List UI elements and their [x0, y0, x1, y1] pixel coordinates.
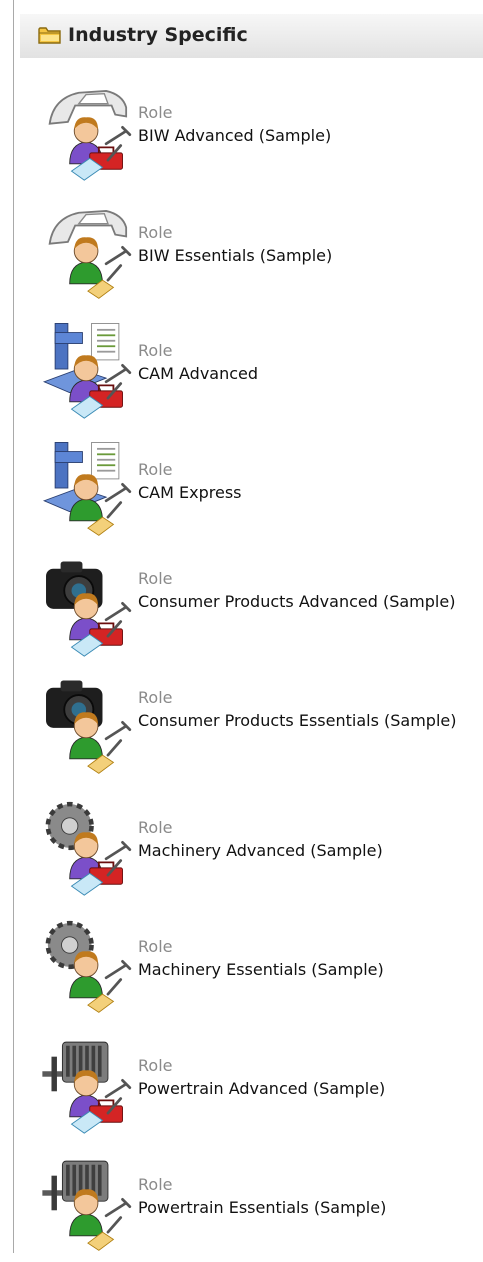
role-item[interactable]: Role Consumer Products Essentials (Sample… — [38, 675, 478, 785]
role-type-label: Role — [138, 688, 173, 707]
role-text: Role BIW Essentials (Sample) — [138, 222, 478, 268]
role-type-label: Role — [138, 1175, 173, 1194]
role-type-label: Role — [138, 460, 173, 479]
role-icon — [48, 90, 132, 181]
role-item[interactable]: Role CAM Express — [38, 437, 478, 547]
role-icon — [46, 680, 132, 774]
role-name: CAM Express — [138, 483, 242, 502]
role-icon — [45, 801, 132, 896]
role-item[interactable]: Role BIW Essentials (Sample) — [38, 200, 478, 310]
role-name: CAM Advanced — [138, 364, 259, 383]
role-name: Powertrain Essentials (Sample) — [138, 1198, 387, 1217]
role-name: Powertrain Advanced (Sample) — [138, 1079, 386, 1098]
role-text: Role Powertrain Advanced (Sample) — [138, 1055, 478, 1101]
role-type-label: Role — [138, 818, 173, 837]
role-text: Role CAM Advanced — [138, 340, 478, 386]
role-name: BIW Advanced (Sample) — [138, 126, 332, 145]
folder-icon — [38, 27, 61, 44]
role-name: Machinery Essentials (Sample) — [138, 960, 384, 979]
role-item[interactable]: Role BIW Advanced (Sample) — [38, 80, 478, 190]
role-type-label: Role — [138, 1056, 173, 1075]
role-type-label: Role — [138, 341, 173, 360]
role-text: Role BIW Advanced (Sample) — [138, 102, 478, 148]
role-name: BIW Essentials (Sample) — [138, 246, 333, 265]
role-item[interactable]: Role Consumer Products Advanced (Sample) — [38, 556, 478, 666]
role-icon — [42, 323, 132, 419]
role-icon — [42, 1160, 132, 1251]
role-type-label: Role — [138, 103, 173, 122]
panel-left-border — [13, 0, 14, 1253]
role-text: Role Machinery Advanced (Sample) — [138, 817, 478, 863]
role-icon — [48, 210, 132, 299]
category-title: Industry Specific — [68, 24, 248, 46]
role-type-label: Role — [138, 569, 173, 588]
role-text: Role Consumer Products Advanced (Sample) — [138, 568, 478, 614]
role-icon — [42, 442, 132, 536]
role-name: Machinery Advanced (Sample) — [138, 841, 383, 860]
roles-panel: Industry Specific Role BIW Advanced (Samp… — [0, 0, 483, 1253]
role-item[interactable]: Role Powertrain Essentials (Sample) — [38, 1152, 478, 1262]
role-text: Role Powertrain Essentials (Sample) — [138, 1174, 478, 1220]
role-item[interactable]: Role CAM Advanced — [38, 318, 478, 428]
role-icon — [45, 920, 132, 1013]
category-header[interactable]: Industry Specific — [20, 14, 483, 58]
role-icon — [46, 561, 132, 657]
role-item[interactable]: Role Machinery Essentials (Sample) — [38, 914, 478, 1024]
role-text: Role Consumer Products Essentials (Sample… — [138, 687, 478, 733]
role-text: Role Machinery Essentials (Sample) — [138, 936, 478, 982]
role-item[interactable]: Role Powertrain Advanced (Sample) — [38, 1033, 478, 1143]
role-type-label: Role — [138, 223, 173, 242]
role-name: Consumer Products Advanced (Sample) — [138, 592, 456, 611]
role-icon — [42, 1041, 132, 1134]
role-name: Consumer Products Essentials (Sample) — [138, 711, 457, 730]
role-type-label: Role — [138, 937, 173, 956]
role-item[interactable]: Role Machinery Advanced (Sample) — [38, 795, 478, 905]
role-text: Role CAM Express — [138, 459, 478, 505]
